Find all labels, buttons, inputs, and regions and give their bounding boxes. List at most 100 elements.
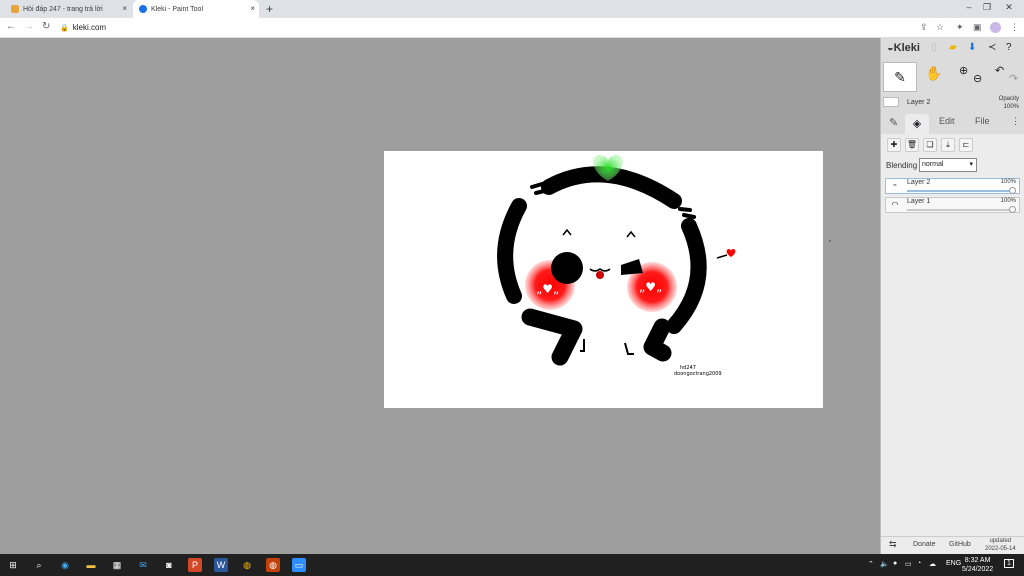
menu-kebab-icon[interactable]: ⋮ <box>1010 22 1019 33</box>
active-layer-info: Layer 2 Opacity 100% <box>881 94 1024 114</box>
reload-icon[interactable]: ↻ <box>42 21 50 32</box>
tray-up-icon[interactable]: ⌃ <box>868 560 874 568</box>
bookmark-star-icon[interactable]: ☆ <box>936 22 944 33</box>
battery-icon[interactable]: ▭ <box>905 560 912 568</box>
share-icon[interactable]: ⇪ <box>920 22 928 33</box>
layer-thumbnail: ≈ <box>893 183 897 189</box>
nose-blob <box>551 252 583 284</box>
onedrive-icon[interactable]: ☁ <box>929 560 936 568</box>
opacity-slider[interactable] <box>907 190 1013 192</box>
duplicate-layer-icon[interactable]: ❏ <box>923 138 937 152</box>
github-link[interactable]: GitHub <box>949 541 971 548</box>
rename-layer-icon[interactable]: ⊏ <box>959 138 973 152</box>
kleki-favicon-icon <box>139 5 147 13</box>
clock[interactable]: 8:32 AM 5/24/2022 <box>962 556 993 574</box>
new-tab-button[interactable]: + <box>266 2 273 16</box>
zoom-out-icon[interactable]: ⊖ <box>973 72 982 85</box>
opacity-slider-knob[interactable] <box>1009 187 1016 194</box>
add-layer-icon[interactable]: ✚ <box>887 138 901 152</box>
restore-button[interactable]: ❐ <box>980 2 994 13</box>
zoom-in-icon[interactable]: ⊕ <box>959 64 968 77</box>
opacity-slider[interactable] <box>907 209 1013 211</box>
mail-icon[interactable]: ✉ <box>136 558 150 572</box>
right-paw-stroke <box>643 318 672 362</box>
layers-tab-icon[interactable]: ◈ <box>905 114 929 134</box>
head-left-stroke <box>497 198 527 304</box>
layer-opacity: 100% <box>1000 198 1016 204</box>
tab-title: Kleki - Paint Tool <box>151 5 204 13</box>
forward-icon[interactable]: → <box>24 21 34 32</box>
tab-file[interactable]: File <box>975 116 990 126</box>
donate-link[interactable]: Donate <box>913 541 936 548</box>
search-icon[interactable]: ⌕ <box>32 558 46 572</box>
store-icon[interactable]: ▦ <box>110 558 124 572</box>
drawing-canvas[interactable]: „♥„ „♥„ hd247 doongoctrang2009 <box>384 151 823 408</box>
close-tab-icon[interactable]: × <box>250 4 255 14</box>
panel-footer: ⇆ Donate GitHub updated 2022-05-14 <box>881 536 1024 554</box>
kleki-logo-icon: ◒ <box>887 42 894 54</box>
sidebar-icon[interactable]: ▣ <box>973 22 982 33</box>
layer-opacity: 100% <box>1000 179 1016 185</box>
app-logo[interactable]: ◒Kleki <box>887 42 920 54</box>
close-window-button[interactable]: ✕ <box>1002 2 1016 13</box>
tool-row: ✎ ✋ ⊕ ⊖ ↶ ↷ <box>881 62 1024 92</box>
left-paw-stroke <box>521 308 583 366</box>
close-tab-icon[interactable]: × <box>122 4 127 14</box>
tab-title: Hỏi đáp 247 - trang trả lời <box>23 5 103 13</box>
cursor-dot <box>829 240 831 242</box>
merge-layer-icon[interactable]: ⤓ <box>941 138 955 152</box>
minimize-button[interactable]: – <box>962 2 976 12</box>
browser-tab-hoidap[interactable]: Hỏi đáp 247 - trang trả lời × <box>5 0 131 18</box>
windows-start-icon[interactable]: ⊞ <box>6 558 20 572</box>
layer-row-1[interactable]: ◠ Layer 1 100% <box>885 197 1020 213</box>
blending-select[interactable]: normal ▾ <box>919 158 977 172</box>
more-options-icon[interactable]: ⋮ <box>1011 116 1020 127</box>
chrome-icon[interactable]: ◍ <box>240 558 254 572</box>
browser-tab-bar: Hỏi đáp 247 - trang trả lời × Kleki - Pa… <box>0 0 1024 18</box>
brush-tab-icon[interactable]: ✎ <box>889 116 898 129</box>
layer-thumbnail: ◠ <box>891 200 899 209</box>
extensions-icon[interactable]: ✦ <box>956 22 964 33</box>
hand-tool-icon[interactable]: ✋ <box>925 65 942 82</box>
redo-icon[interactable]: ↷ <box>1009 72 1018 85</box>
layer-name: Layer 1 <box>907 198 931 205</box>
new-file-icon[interactable]: ▯ <box>931 42 937 53</box>
undo-icon[interactable]: ↶ <box>995 64 1004 77</box>
powerpoint-icon[interactable]: P <box>188 558 202 572</box>
layer-row-2[interactable]: ≈ Layer 2 100% <box>885 178 1020 194</box>
volume-icon[interactable]: 🔈 <box>880 560 889 568</box>
edge-icon[interactable]: ◉ <box>58 558 72 572</box>
updated-info[interactable]: updated 2022-05-14 <box>985 537 1016 553</box>
signature-line2: doongoctrang2009 <box>674 371 722 377</box>
delete-layer-icon[interactable]: 🗑 <box>905 138 919 152</box>
layers-panel: ✚ 🗑 ❏ ⤓ ⊏ Blending normal ▾ ≈ Layer 2 100… <box>881 134 1024 554</box>
open-folder-icon[interactable]: ▰ <box>949 42 957 53</box>
canvas-artwork: „♥„ „♥„ hd247 doongoctrang2009 <box>497 155 736 377</box>
opacity-slider-knob[interactable] <box>1009 206 1016 213</box>
profile-avatar[interactable] <box>990 22 1001 33</box>
windows-taskbar: ⊞ ⌕ ◉ ▬ ▦ ✉ ◙ P W ◍ ◍ ▭ ⌃ 🔈 ● ▭ ◔ ☁ ENG … <box>0 554 1024 576</box>
svg-text:„♥„: „♥„ <box>536 282 559 296</box>
brush-tool-button[interactable]: ✎ <box>883 62 917 92</box>
share-icon[interactable]: ≺ <box>988 42 996 53</box>
camera-icon[interactable]: ◙ <box>162 558 176 572</box>
browser-tab-kleki[interactable]: Kleki - Paint Tool × <box>133 0 259 18</box>
url-field[interactable]: 🔒 kleki.com <box>60 21 910 35</box>
opacity-readout[interactable]: Opacity 100% <box>999 95 1019 111</box>
zoom-app-icon[interactable]: ▭ <box>292 558 306 572</box>
back-icon[interactable]: ← <box>6 21 16 32</box>
mic-icon[interactable]: ● <box>893 560 897 567</box>
chrome-active-icon[interactable]: ◍ <box>266 558 280 572</box>
word-icon[interactable]: W <box>214 558 228 572</box>
swap-side-icon[interactable]: ⇆ <box>889 539 897 550</box>
network-icon[interactable]: ◔ <box>917 560 921 567</box>
help-icon[interactable]: ? <box>1006 42 1012 53</box>
tab-edit[interactable]: Edit <box>939 116 955 126</box>
language-indicator[interactable]: ENG <box>946 560 961 567</box>
file-explorer-icon[interactable]: ▬ <box>84 558 98 572</box>
download-icon[interactable]: ⬇ <box>968 42 976 53</box>
head-right-stroke <box>666 218 707 334</box>
chevron-down-icon: ▾ <box>969 161 973 168</box>
address-bar-row: ← → ↻ 🔒 kleki.com ⇪ ☆ ✦ ▣ ⋮ <box>0 18 1024 38</box>
notification-icon[interactable]: 1 <box>1004 559 1014 568</box>
